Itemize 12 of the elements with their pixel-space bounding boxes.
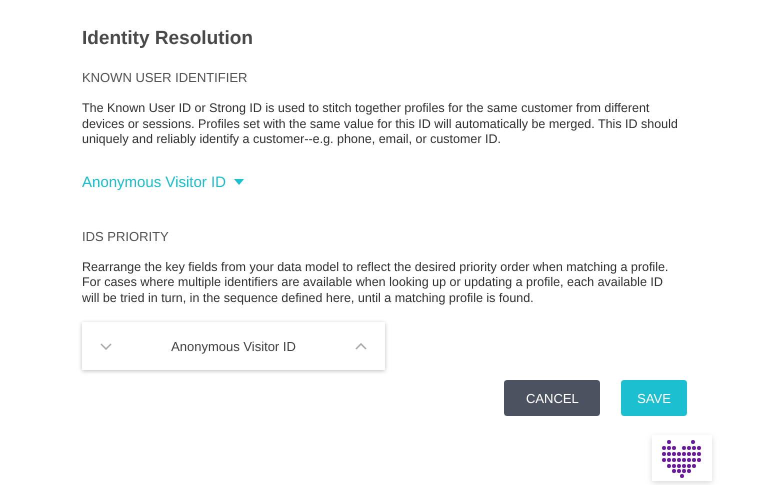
section-heading: KNOWN USER IDENTIFIER [82,70,248,85]
caret-icon [234,179,244,185]
chevron-down-icon[interactable] [100,342,112,350]
chevron-up-icon[interactable] [354,342,367,350]
section-description: The Known User ID or Strong ID is used to stitch together profiles for the same customer from different devices or sessions. Profiles set with the same value for this ID will automatically be merged. This ID should uniquely and reliably identify a customer--e.g. phone, email, or customer ID. [82,101,679,148]
priority-item-label: Anonymous Visitor ID [171,338,296,354]
cancel-button[interactable]: CANCEL [504,380,600,416]
section-heading: IDS PRIORITY [82,228,170,244]
page-title: Identity Resolution [82,28,254,50]
identifier-dropdown[interactable]: Anonymous Visitor ID [82,174,244,190]
save-button[interactable]: SAVE [621,380,687,416]
section-description: Rearrange the key fields from your data model to reflect the desired priority order when matching a profile. For cases where multiple identifiers are available when looking up or updating a profile, each available ID will be tried in turn, in the sequence defined here, until a matching profile is found. [82,260,670,306]
